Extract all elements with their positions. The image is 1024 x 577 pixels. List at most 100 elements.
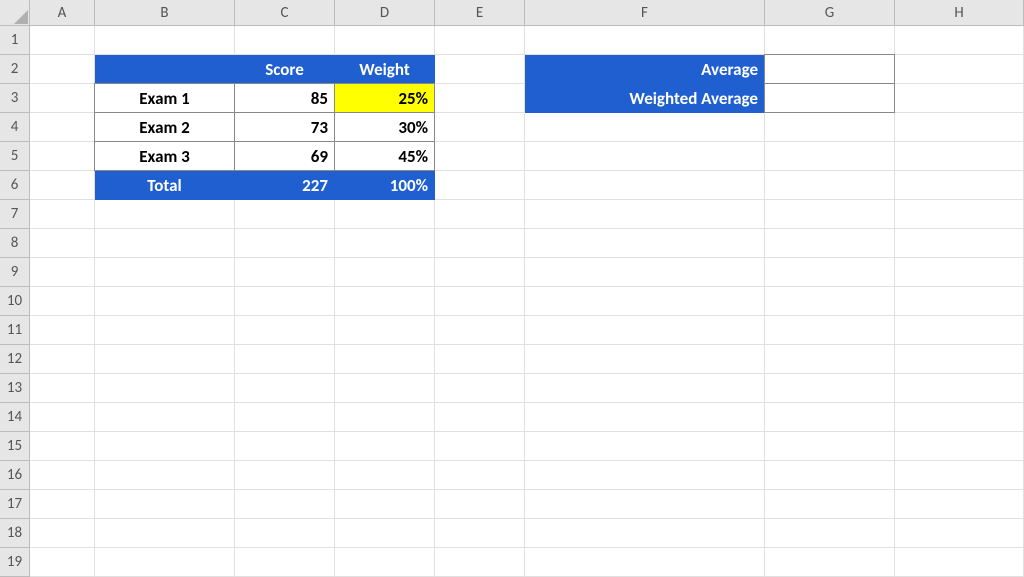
row-header-7[interactable]: 7 [0,200,30,229]
cell-H4[interactable] [895,113,1024,142]
cell-H6[interactable] [895,171,1024,200]
cell-C4[interactable]: 73 [234,112,335,142]
col-header-B[interactable]: B [95,0,235,26]
cell-D7[interactable] [335,200,435,229]
cell-B4[interactable]: Exam 2 [94,112,235,142]
cell-E1[interactable] [435,26,525,55]
cell-G9[interactable] [765,258,895,287]
cell-D12[interactable] [335,345,435,374]
cell-C19[interactable] [235,548,335,577]
row-header-5[interactable]: 5 [0,142,30,171]
cell-C12[interactable] [235,345,335,374]
cell-F10[interactable] [525,287,765,316]
cell-F8[interactable] [525,229,765,258]
cell-G4[interactable] [765,113,895,142]
cell-B11[interactable] [95,316,235,345]
cell-A1[interactable] [30,26,95,55]
cell-F6[interactable] [525,171,765,200]
cell-H16[interactable] [895,461,1024,490]
cell-G2[interactable] [764,54,895,84]
row-header-16[interactable]: 16 [0,461,30,490]
cell-B3[interactable]: Exam 1 [94,83,235,113]
cell-D5[interactable]: 45% [334,141,435,171]
cell-D11[interactable] [335,316,435,345]
cell-F11[interactable] [525,316,765,345]
cell-A3[interactable] [30,84,95,113]
col-header-E[interactable]: E [435,0,525,26]
cell-B16[interactable] [95,461,235,490]
cell-D18[interactable] [335,519,435,548]
cell-E10[interactable] [435,287,525,316]
cell-C3[interactable]: 85 [234,83,335,113]
cell-C11[interactable] [235,316,335,345]
row-header-4[interactable]: 4 [0,113,30,142]
col-header-C[interactable]: C [235,0,335,26]
cell-D13[interactable] [335,374,435,403]
cell-F16[interactable] [525,461,765,490]
row-header-1[interactable]: 1 [0,26,30,55]
cell-E19[interactable] [435,548,525,577]
cell-C13[interactable] [235,374,335,403]
cell-H18[interactable] [895,519,1024,548]
row-header-13[interactable]: 13 [0,374,30,403]
cell-H9[interactable] [895,258,1024,287]
col-header-G[interactable]: G [765,0,895,26]
cell-B2[interactable] [95,55,235,84]
cell-B14[interactable] [95,403,235,432]
cell-C1[interactable] [235,26,335,55]
row-header-18[interactable]: 18 [0,519,30,548]
cell-F4[interactable] [525,113,765,142]
cell-F13[interactable] [525,374,765,403]
cell-B15[interactable] [95,432,235,461]
cell-D4[interactable]: 30% [334,112,435,142]
cell-C15[interactable] [235,432,335,461]
cell-D2[interactable]: Weight [335,55,435,84]
cell-G18[interactable] [765,519,895,548]
cell-C5[interactable]: 69 [234,141,335,171]
cell-H3[interactable] [895,84,1024,113]
cell-G6[interactable] [765,171,895,200]
cell-H15[interactable] [895,432,1024,461]
cell-A9[interactable] [30,258,95,287]
cell-C14[interactable] [235,403,335,432]
cell-G3[interactable] [764,83,895,113]
cell-E5[interactable] [435,142,525,171]
cell-B8[interactable] [95,229,235,258]
row-header-8[interactable]: 8 [0,229,30,258]
cell-G16[interactable] [765,461,895,490]
row-header-17[interactable]: 17 [0,490,30,519]
cell-H17[interactable] [895,490,1024,519]
row-header-14[interactable]: 14 [0,403,30,432]
cell-E7[interactable] [435,200,525,229]
cell-F2[interactable]: Average [525,55,765,84]
cell-B12[interactable] [95,345,235,374]
cell-A12[interactable] [30,345,95,374]
cell-D14[interactable] [335,403,435,432]
cell-D9[interactable] [335,258,435,287]
cell-C18[interactable] [235,519,335,548]
cell-F18[interactable] [525,519,765,548]
cell-C17[interactable] [235,490,335,519]
cell-A7[interactable] [30,200,95,229]
cell-F14[interactable] [525,403,765,432]
cell-C16[interactable] [235,461,335,490]
cell-A18[interactable] [30,519,95,548]
cell-A8[interactable] [30,229,95,258]
row-header-11[interactable]: 11 [0,316,30,345]
cell-B6[interactable]: Total [95,171,235,200]
cell-H2[interactable] [895,55,1024,84]
row-header-3[interactable]: 3 [0,84,30,113]
row-header-19[interactable]: 19 [0,548,30,577]
cell-D3[interactable]: 25% [334,83,435,113]
col-header-D[interactable]: D [335,0,435,26]
cell-D17[interactable] [335,490,435,519]
cell-G8[interactable] [765,229,895,258]
col-header-A[interactable]: A [30,0,95,26]
cell-C9[interactable] [235,258,335,287]
cell-C8[interactable] [235,229,335,258]
cell-E12[interactable] [435,345,525,374]
cell-F3[interactable]: Weighted Average [525,84,765,113]
col-header-F[interactable]: F [525,0,765,26]
cell-E13[interactable] [435,374,525,403]
cell-D15[interactable] [335,432,435,461]
